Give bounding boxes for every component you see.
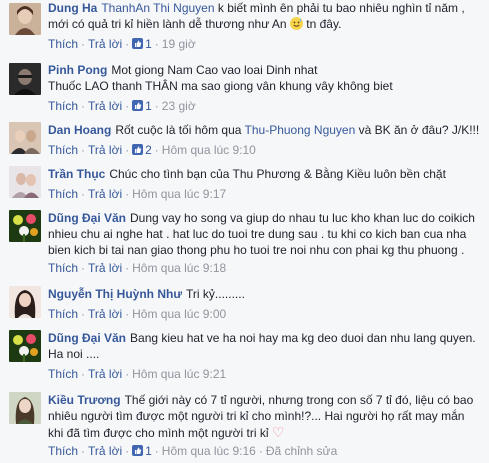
comment-text: Bang kieu hat ve ha noi hay ma kg deo du… — [130, 331, 476, 345]
separator: · — [125, 37, 130, 51]
avatar[interactable] — [9, 122, 41, 154]
separator: · — [125, 261, 130, 275]
like-count[interactable]: 1 — [145, 99, 152, 113]
comment-author[interactable]: Trần Thục — [48, 167, 105, 181]
like-count[interactable]: 2 — [145, 143, 152, 157]
comment-author[interactable]: Pinh Pong — [48, 63, 107, 77]
timestamp[interactable]: Hôm qua lúc 9:10 — [162, 143, 256, 157]
thumbs-up-icon — [132, 99, 144, 111]
reply-link[interactable]: Trả lời — [88, 187, 122, 201]
avatar[interactable] — [9, 63, 41, 95]
separator: · — [81, 261, 86, 275]
separator: · — [125, 99, 130, 113]
separator: · — [154, 143, 159, 157]
like-link[interactable]: Thích — [48, 37, 78, 51]
comment-text: Thế giới này có 7 tỉ người, nhưng trong … — [124, 393, 474, 407]
timestamp[interactable]: Hôm qua lúc 9:18 — [132, 261, 226, 275]
separator: · — [81, 307, 86, 321]
separator: · — [125, 187, 130, 201]
separator: · — [154, 37, 159, 51]
mention-link[interactable]: ThanhAn Thi Nguyen — [101, 1, 214, 15]
thumbs-up-icon — [132, 143, 144, 155]
comment-author[interactable]: Dũng Đại Văn — [48, 331, 126, 345]
separator: · — [81, 444, 86, 458]
timestamp[interactable]: 19 giờ — [162, 37, 196, 51]
like-count[interactable]: 1 — [145, 37, 152, 51]
comment-text: nhiêu người tìm được một người tri kỉ ch… — [48, 409, 465, 423]
comment-text: Tri kỷ......... — [186, 287, 245, 301]
like-link[interactable]: Thích — [48, 143, 78, 157]
comment-text: bien kich bi tai nan giao thong phu ho t… — [48, 243, 465, 257]
separator: · — [81, 143, 86, 157]
sweat-smile-emoji-icon — [289, 17, 303, 30]
comment-text: và BK ăn ở đâu? J/K!!! — [355, 123, 480, 137]
comment-text: Thuốc LAO thanh THÂN ma sao giong vân kh… — [48, 79, 393, 93]
avatar[interactable] — [9, 286, 41, 318]
comment-text: nhieu chu ai nghe hat . hat luc do tuoi … — [48, 227, 467, 241]
comment-text: Chúc cho tình bạn của Thu Phương & Bằng … — [109, 167, 446, 181]
heart-icon: ♡ — [271, 424, 285, 440]
timestamp[interactable]: Hôm qua lúc 9:17 — [132, 187, 226, 201]
avatar[interactable] — [9, 166, 41, 198]
comment-author[interactable]: Kiều Trương — [48, 393, 121, 407]
like-link[interactable]: Thích — [48, 99, 78, 113]
like-link[interactable]: Thích — [48, 261, 78, 275]
avatar[interactable] — [9, 392, 41, 424]
like-count[interactable]: 1 — [145, 444, 152, 458]
separator: · — [154, 99, 159, 113]
comment-list: Dung Ha ThanhAn Thi Nguyen k biết mình ên… — [0, 0, 489, 463]
reply-link[interactable]: Trả lời — [88, 37, 122, 51]
separator: · — [125, 307, 130, 321]
avatar[interactable] — [9, 330, 41, 362]
avatar[interactable] — [9, 210, 41, 242]
like-link[interactable]: Thích — [48, 307, 78, 321]
comment-text: Mot giong Nam Cao vao loai Dinh nhat — [111, 63, 318, 77]
comment-text: tn đây. — [302, 17, 342, 31]
timestamp[interactable]: Hôm qua lúc 9:21 — [132, 367, 226, 381]
comment-text: mới có quả tri kỉ hiền lành dễ thương nh… — [48, 17, 287, 31]
separator: · — [81, 99, 86, 113]
comment-text: Rốt cuộc là tối hôm qua — [115, 123, 245, 137]
mention-link[interactable]: Thu-Phuong Nguyen — [245, 123, 356, 137]
thumbs-up-icon — [132, 37, 144, 49]
separator: · — [81, 187, 86, 201]
reply-link[interactable]: Trả lời — [88, 99, 122, 113]
comment-author[interactable]: Nguyễn Thị Huỳnh Như — [48, 287, 182, 301]
separator: · — [154, 444, 159, 458]
like-link[interactable]: Thích — [48, 444, 78, 458]
comment-text: Dung vay ho song va giup do nhau tu luc … — [130, 211, 475, 225]
comment-author[interactable]: Dũng Đại Văn — [48, 211, 126, 225]
avatar[interactable] — [9, 3, 41, 35]
like-link[interactable]: Thích — [48, 367, 78, 381]
thumbs-up-icon — [132, 444, 144, 456]
comment-text: khi đã tìm được cho mình một người tri k… — [48, 426, 269, 440]
timestamp[interactable]: 23 giờ — [162, 99, 196, 113]
comment-text: k biết mình ên phải tu bao nhiêu nghìn t… — [214, 1, 465, 15]
timestamp[interactable]: Hôm qua lúc 9:16 — [162, 444, 256, 458]
comment-author[interactable]: Dan Hoang — [48, 123, 111, 137]
like-link[interactable]: Thích — [48, 187, 78, 201]
reply-link[interactable]: Trả lời — [88, 444, 122, 458]
separator: · — [125, 367, 130, 381]
reply-link[interactable]: Trả lời — [88, 261, 122, 275]
reply-link[interactable]: Trả lời — [88, 307, 122, 321]
reply-link[interactable]: Trả lời — [88, 367, 122, 381]
timestamp[interactable]: Hôm qua lúc 9:00 — [132, 307, 226, 321]
comment-author[interactable]: Dung Ha — [48, 1, 97, 15]
separator: · — [125, 444, 130, 458]
separator: · — [81, 37, 86, 51]
separator: · — [81, 367, 86, 381]
edited-indicator[interactable]: Đã chỉnh sửa — [266, 444, 337, 458]
reply-link[interactable]: Trả lời — [88, 143, 122, 157]
separator: · — [258, 444, 263, 458]
comment-text: Ha noi .... — [48, 347, 100, 361]
separator: · — [125, 143, 130, 157]
